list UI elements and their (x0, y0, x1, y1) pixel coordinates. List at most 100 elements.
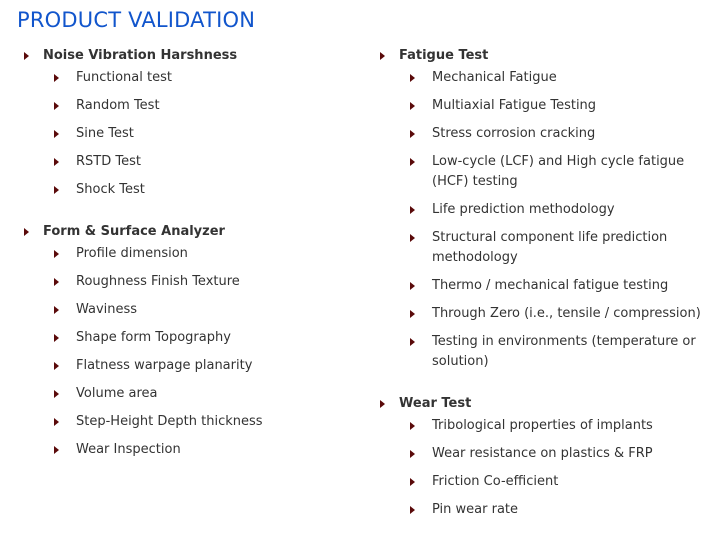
list-item: Wear resistance on plastics & FRP (410, 444, 710, 464)
section-heading: Fatigue Test (380, 46, 710, 68)
list-item: Stress corrosion cracking (410, 124, 710, 144)
list-item-label: Shape form Topography (76, 330, 231, 345)
list-item-label: Shock Test (76, 182, 145, 197)
bullet-arrow-icon (54, 74, 59, 82)
bullet-arrow-icon (54, 186, 59, 194)
bullet-arrow-icon (410, 130, 415, 138)
section-item-list: Tribological properties of implants Wear … (380, 416, 710, 520)
list-item: RSTD Test (54, 152, 354, 172)
list-item-label: Wear Inspection (76, 442, 181, 457)
section-heading: Wear Test (380, 394, 710, 416)
left-column: Noise Vibration Harshness Functional test… (24, 46, 354, 468)
section-heading: Form & Surface Analyzer (24, 222, 354, 244)
list-item-label: Thermo / mechanical fatigue testing (432, 278, 669, 293)
page-title: PRODUCT VALIDATION (17, 8, 256, 32)
list-item: Thermo / mechanical fatigue testing (410, 276, 710, 296)
list-item-label: Roughness Finish Texture (76, 274, 240, 289)
bullet-arrow-icon (410, 158, 415, 166)
list-item: Shape form Topography (54, 328, 354, 348)
bullet-arrow-icon (410, 422, 415, 430)
section-group: Noise Vibration Harshness Functional test… (24, 46, 354, 200)
list-item-label: Stress corrosion cracking (432, 126, 596, 141)
bullet-arrow-icon (54, 390, 59, 398)
bullet-arrow-icon (410, 282, 415, 290)
bullet-arrow-icon (410, 310, 415, 318)
section-heading-label: Noise Vibration Harshness (43, 48, 238, 63)
section-item-list: Functional test Random Test Sine Test RSTD … (24, 68, 354, 200)
section-item-list: Mechanical Fatigue Multiaxial Fatigue Tes… (380, 68, 710, 372)
bullet-arrow-icon (410, 102, 415, 110)
section-group: Wear Test Tribological properties of impl… (380, 394, 710, 520)
section-heading-label: Form & Surface Analyzer (43, 224, 225, 239)
list-item: Pin wear rate (410, 500, 710, 520)
list-item: Random Test (54, 96, 354, 116)
list-item-label: Sine Test (76, 126, 134, 141)
section-heading-label: Wear Test (399, 396, 472, 411)
right-column: Fatigue Test Mechanical Fatigue Multiaxial… (380, 46, 710, 528)
list-item-label: Structural component life prediction met… (432, 230, 668, 265)
list-item: Roughness Finish Texture (54, 272, 354, 292)
bullet-arrow-icon (54, 418, 59, 426)
list-item: Mechanical Fatigue (410, 68, 710, 88)
bullet-arrow-icon (54, 334, 59, 342)
bullet-arrow-icon (410, 206, 415, 214)
bullet-arrow-icon (54, 158, 59, 166)
bullet-arrow-icon (410, 506, 415, 514)
list-item-label: Waviness (76, 302, 138, 317)
list-item-label: Flatness warpage planarity (76, 358, 253, 373)
bullet-arrow-icon (54, 130, 59, 138)
list-item: Flatness warpage planarity (54, 356, 354, 376)
list-item-label: Friction Co-efficient (432, 474, 559, 489)
list-item: Profile dimension (54, 244, 354, 264)
bullet-arrow-icon (24, 228, 29, 236)
list-item-label: Step-Height Depth thickness (76, 414, 263, 429)
list-item: Functional test (54, 68, 354, 88)
list-item: Step-Height Depth thickness (54, 412, 354, 432)
bullet-arrow-icon (410, 450, 415, 458)
list-item: Multiaxial Fatigue Testing (410, 96, 710, 116)
list-item: Friction Co-efficient (410, 472, 710, 492)
bullet-arrow-icon (54, 362, 59, 370)
bullet-arrow-icon (54, 306, 59, 314)
list-item-label: Through Zero (i.e., tensile / compressio… (432, 306, 701, 321)
bullet-arrow-icon (410, 478, 415, 486)
list-item-label: Tribological properties of implants (432, 418, 653, 433)
bullet-arrow-icon (410, 234, 415, 242)
bullet-arrow-icon (54, 102, 59, 110)
list-item: Structural component life prediction met… (410, 228, 710, 268)
list-item-label: RSTD Test (76, 154, 141, 169)
bullet-arrow-icon (410, 338, 415, 346)
list-item: Through Zero (i.e., tensile / compressio… (410, 304, 710, 324)
bullet-arrow-icon (54, 446, 59, 454)
list-item: Waviness (54, 300, 354, 320)
list-item-label: Volume area (76, 386, 158, 401)
list-item-label: Low-cycle (LCF) and High cycle fatigue (… (432, 154, 685, 189)
list-item-label: Mechanical Fatigue (432, 70, 557, 85)
list-item-label: Profile dimension (76, 246, 188, 261)
bullet-arrow-icon (54, 250, 59, 258)
bullet-arrow-icon (380, 52, 385, 60)
list-item: Tribological properties of implants (410, 416, 710, 436)
section-group: Form & Surface Analyzer Profile dimension… (24, 222, 354, 460)
bullet-arrow-icon (380, 400, 385, 408)
list-item: Low-cycle (LCF) and High cycle fatigue (… (410, 152, 710, 192)
list-item-label: Functional test (76, 70, 172, 85)
bullet-arrow-icon (410, 74, 415, 82)
section-group: Fatigue Test Mechanical Fatigue Multiaxial… (380, 46, 710, 372)
list-item: Testing in environments (temperature or … (410, 332, 710, 372)
bullet-arrow-icon (54, 278, 59, 286)
list-item-label: Life prediction methodology (432, 202, 615, 217)
list-item: Sine Test (54, 124, 354, 144)
section-item-list: Profile dimension Roughness Finish Textur… (24, 244, 354, 460)
section-heading: Noise Vibration Harshness (24, 46, 354, 68)
list-item-label: Wear resistance on plastics & FRP (432, 446, 653, 461)
list-item-label: Testing in environments (temperature or … (432, 334, 696, 369)
list-item: Life prediction methodology (410, 200, 710, 220)
list-item: Wear Inspection (54, 440, 354, 460)
list-item-label: Random Test (76, 98, 160, 113)
list-item-label: Pin wear rate (432, 502, 519, 517)
section-heading-label: Fatigue Test (399, 48, 489, 63)
list-item-label: Multiaxial Fatigue Testing (432, 98, 597, 113)
